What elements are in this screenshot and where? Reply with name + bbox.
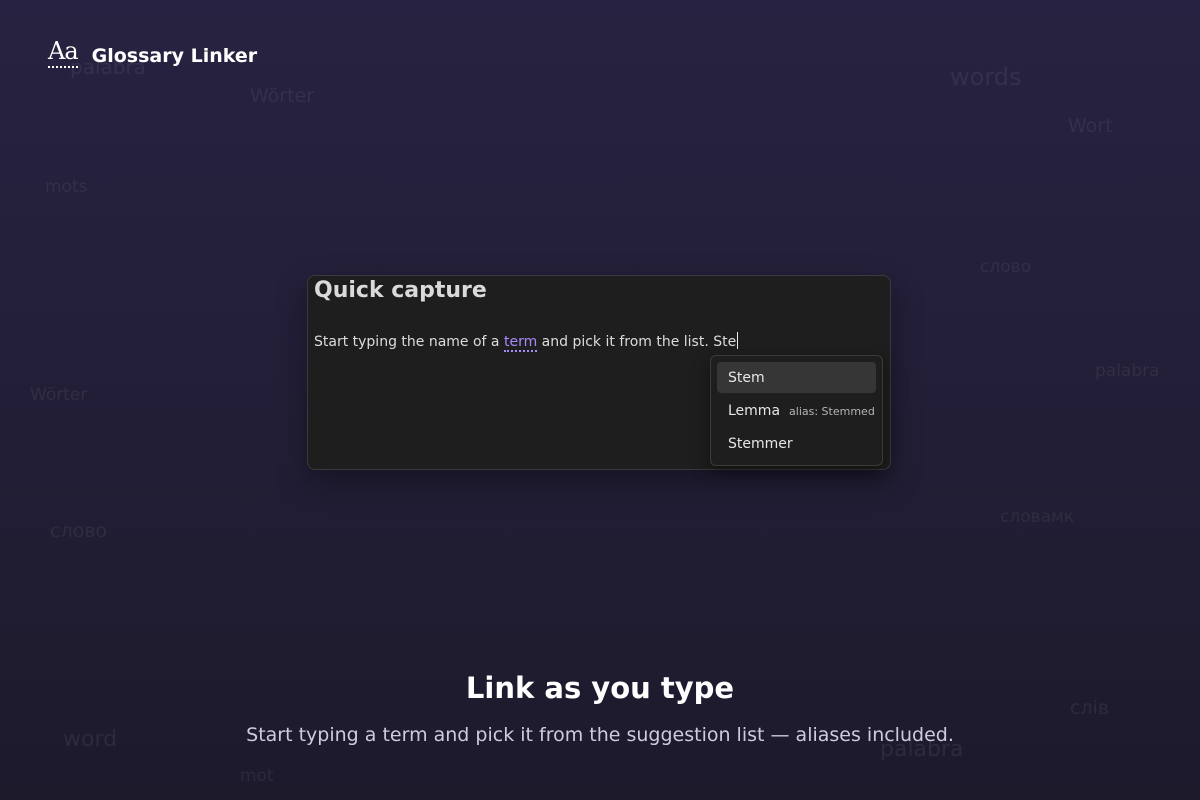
- term-link[interactable]: term: [503, 334, 538, 352]
- background-word: mot: [240, 766, 274, 786]
- typed-query: Ste: [713, 334, 737, 350]
- suggestion-alias: alias: Stemmed: [789, 404, 875, 418]
- brand: Aa Glossary Linker: [48, 38, 257, 68]
- background-word: словамк: [1000, 507, 1075, 527]
- suggestion-item-lemma[interactable]: Lemma alias: Stemmed: [717, 395, 876, 426]
- background-word: слово: [980, 257, 1032, 277]
- capture-text-input[interactable]: Start typing the name of a term and pick…: [314, 332, 739, 352]
- background-word: слово: [50, 520, 108, 542]
- background-word: words: [950, 63, 1022, 91]
- suggestion-item-stemmer[interactable]: Stemmer: [717, 428, 876, 459]
- suggestion-item-stem[interactable]: Stem: [717, 362, 876, 393]
- suggestion-label: Lemma: [728, 402, 781, 419]
- quick-capture-editor: Quick capture Start typing the name of a…: [307, 275, 891, 470]
- background-word: Wörter: [250, 85, 315, 107]
- background-word: Wörter: [30, 385, 88, 405]
- capture-title: Quick capture: [314, 278, 487, 303]
- capture-text-before: Start typing the name of a: [314, 334, 504, 350]
- app-name: Glossary Linker: [91, 45, 258, 67]
- suggestion-label: Stem: [728, 369, 765, 386]
- suggestion-list: Stem Lemma alias: Stemmed Stemmer: [710, 355, 883, 466]
- hero-title: Link as you type: [465, 671, 735, 705]
- capture-text-after: and pick it from the list.: [537, 334, 714, 350]
- hero-subtitle: Start typing a term and pick it from the…: [246, 724, 954, 746]
- background-word: Wort: [1068, 115, 1113, 137]
- suggestion-label: Stemmer: [728, 435, 793, 452]
- background-word: mots: [45, 177, 88, 197]
- text-caret: [737, 332, 739, 349]
- background-word: palabra: [1095, 361, 1160, 381]
- aa-logo-icon: Aa: [48, 38, 79, 68]
